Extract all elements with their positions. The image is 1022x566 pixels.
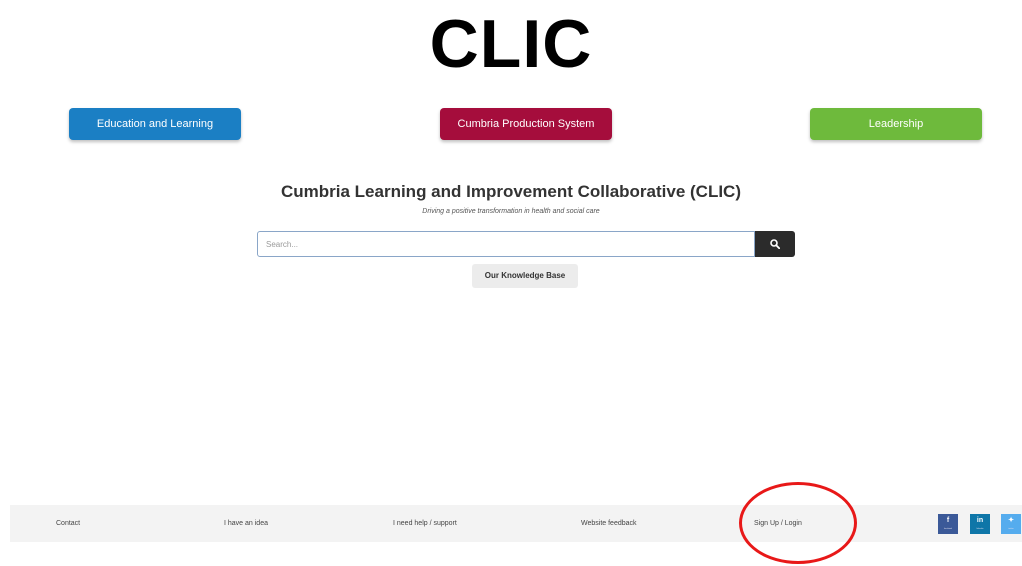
linkedin-icon[interactable]: in linkedin — [970, 514, 990, 534]
footer-link-help-support[interactable]: I need help / support — [393, 505, 457, 542]
twitter-caption: twitter — [1008, 528, 1014, 530]
cumbria-production-system-button[interactable]: Cumbria Production System — [440, 108, 612, 140]
footer-link-idea[interactable]: I have an idea — [224, 505, 268, 542]
footer-link-sign-up-login[interactable]: Sign Up / Login — [754, 505, 802, 542]
twitter-icon[interactable]: ✦ twitter — [1001, 514, 1021, 534]
knowledge-base-button[interactable]: Our Knowledge Base — [472, 264, 578, 288]
site-logo[interactable]: CLIC — [0, 4, 1022, 84]
footer-link-website-feedback[interactable]: Website feedback — [581, 505, 637, 542]
facebook-glyph: f — [946, 517, 950, 524]
page-title: Cumbria Learning and Improvement Collabo… — [280, 182, 741, 201]
search-bar — [257, 231, 795, 257]
footer-link-contact[interactable]: Contact — [56, 505, 80, 542]
facebook-caption: facebook — [943, 528, 953, 530]
twitter-glyph: ✦ — [1008, 517, 1014, 524]
page-tagline: Driving a positive transformation in hea… — [422, 208, 600, 215]
linkedin-glyph: in — [976, 517, 984, 524]
search-input[interactable] — [257, 231, 755, 257]
education-and-learning-button[interactable]: Education and Learning — [69, 108, 241, 140]
leadership-button[interactable]: Leadership — [810, 108, 982, 140]
search-icon — [770, 239, 780, 249]
footer: Contact I have an idea I need help / sup… — [10, 505, 1022, 542]
linkedin-caption: linkedin — [976, 528, 984, 530]
search-button[interactable] — [755, 231, 795, 257]
facebook-icon[interactable]: f facebook — [938, 514, 958, 534]
page: CLIC Education and Learning Cumbria Prod… — [0, 0, 1022, 566]
